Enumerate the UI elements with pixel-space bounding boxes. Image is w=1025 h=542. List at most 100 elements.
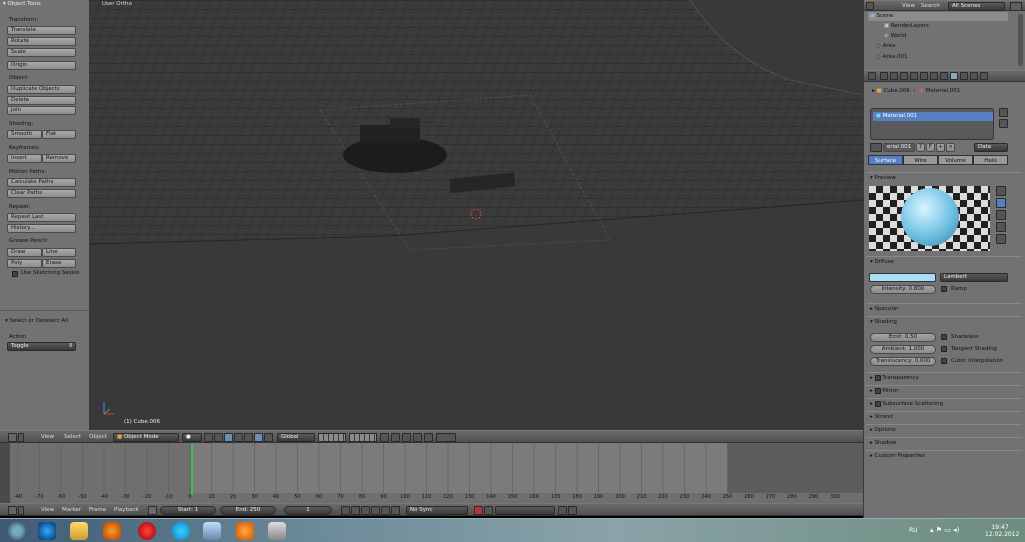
scene-tab-icon[interactable]	[890, 72, 898, 80]
jump-end-icon[interactable]	[391, 506, 400, 515]
link-dropdown[interactable]: Data	[974, 143, 1008, 152]
material-tab-icon[interactable]	[950, 72, 958, 80]
play-icon[interactable]	[371, 506, 380, 515]
clock[interactable]: 19:47 12.02.2012	[985, 524, 1019, 538]
transparency-panel-header[interactable]: ▸ Transparency	[866, 372, 1022, 384]
jump-start-icon[interactable]	[341, 506, 350, 515]
layers-grid-b[interactable]	[349, 433, 377, 442]
data-tab-icon[interactable]	[940, 72, 948, 80]
add-material-button[interactable]: +	[936, 143, 945, 152]
preview-hair-icon[interactable]	[996, 234, 1006, 244]
strand-panel-header[interactable]: ▸ Strand	[866, 411, 1022, 423]
particles-tab-icon[interactable]	[970, 72, 978, 80]
outliner-view-menu[interactable]: View	[902, 3, 915, 9]
render-tab-icon[interactable]	[880, 72, 888, 80]
outliner-row-renderlayers[interactable]: ▣ RenderLayers	[884, 23, 929, 29]
end-frame-field[interactable]: End: 250	[220, 506, 276, 515]
outliner-row-area001[interactable]: ◌ Area.001	[876, 54, 907, 60]
tab-halo[interactable]: Halo	[973, 155, 1008, 165]
mirror-checkbox[interactable]	[874, 387, 881, 394]
pivot-icon[interactable]	[204, 433, 213, 442]
delete-key-icon[interactable]	[568, 506, 577, 515]
erase-button[interactable]: Erase	[42, 259, 76, 268]
insert-keyframe-button[interactable]: Insert	[7, 154, 42, 163]
remove-keyframe-button[interactable]: Remove	[42, 154, 76, 163]
current-frame-field[interactable]: 1	[284, 506, 332, 515]
window-app-icon[interactable]	[203, 522, 221, 540]
object-menu[interactable]: Object	[89, 434, 107, 440]
display-mode-dropdown[interactable]: All Scenes	[948, 2, 1005, 11]
delete-button[interactable]: Delete	[7, 96, 76, 105]
record-icon[interactable]	[474, 506, 483, 515]
material-slot-list[interactable]: ● Material.001	[870, 108, 994, 140]
start-orb-icon[interactable]	[8, 522, 26, 540]
snap-target-icon[interactable]	[402, 433, 411, 442]
sss-panel-header[interactable]: ▸ Subsurface Scattering	[866, 398, 1022, 410]
props-editor-icon[interactable]	[868, 72, 876, 80]
tab-surface[interactable]: Surface	[868, 155, 903, 165]
translucency-field[interactable]: Translucency: 0.000	[870, 357, 936, 366]
view-menu[interactable]: View	[41, 434, 54, 440]
skype-icon[interactable]	[172, 522, 190, 540]
add-slot-icon[interactable]	[999, 108, 1008, 117]
modifiers-tab-icon[interactable]	[930, 72, 938, 80]
translate-manip-icon[interactable]	[224, 433, 233, 442]
draw-button[interactable]: Draw	[7, 248, 42, 257]
blender-taskbar-icon[interactable]	[236, 522, 254, 540]
current-frame-marker[interactable]	[191, 443, 193, 495]
next-keyframe-icon[interactable]	[381, 506, 390, 515]
ambient-field[interactable]: Ambient: 1.000	[870, 345, 936, 354]
diffuse-panel-header[interactable]: ▾ Diffuse	[866, 256, 1022, 268]
ie-icon[interactable]	[38, 522, 56, 540]
repeat-last-button[interactable]: Repeat Last	[7, 213, 76, 222]
flat-button[interactable]: Flat	[42, 130, 76, 139]
scale-manip-icon[interactable]	[244, 433, 253, 442]
specular-panel-header[interactable]: ▸ Specular	[866, 303, 1022, 315]
material-name-field[interactable]: erial.001	[883, 143, 915, 152]
unlink-material-button[interactable]: ×	[946, 143, 955, 152]
history-button[interactable]: History...	[7, 224, 76, 233]
media-player-icon[interactable]	[103, 522, 121, 540]
manipulator-icon[interactable]	[214, 433, 223, 442]
play-reverse-icon[interactable]	[361, 506, 370, 515]
diffuse-shader-dropdown[interactable]: Lambert	[940, 273, 1008, 282]
marker-menu[interactable]: Marker	[62, 507, 81, 513]
3d-viewport[interactable]: User Ortho (1) Cube.006	[90, 0, 863, 430]
transparency-checkbox[interactable]	[874, 374, 881, 381]
keying-set-icon[interactable]	[484, 506, 493, 515]
viewport-canvas[interactable]	[90, 0, 863, 430]
opera-icon[interactable]	[138, 522, 156, 540]
action-dropdown[interactable]: Toggle ⇕	[7, 342, 76, 351]
poly-button[interactable]: Poly	[7, 259, 42, 268]
editor-menu-toggle-icon[interactable]	[18, 433, 24, 442]
editor-type-icon[interactable]	[8, 433, 17, 442]
keying-set-dropdown[interactable]	[495, 506, 555, 515]
app-icon[interactable]	[268, 522, 286, 540]
remove-slot-icon[interactable]	[999, 119, 1008, 128]
start-frame-field[interactable]: Start: 1	[160, 506, 216, 515]
outliner-search-menu[interactable]: Search	[921, 3, 940, 9]
sketching-checkbox[interactable]	[12, 271, 18, 277]
smooth-button[interactable]: Smooth	[7, 130, 42, 139]
preview-panel-header[interactable]: ▾ Preview	[866, 172, 1022, 184]
material-slot-item[interactable]: ● Material.001	[873, 112, 993, 121]
clear-paths-button[interactable]: Clear Paths	[7, 189, 76, 198]
shadeless-checkbox[interactable]	[941, 334, 947, 340]
insert-key-icon[interactable]	[558, 506, 567, 515]
playback-menu[interactable]: Playback	[114, 507, 139, 513]
preview-monkey-icon[interactable]	[996, 222, 1006, 232]
line-button[interactable]: Line	[42, 248, 76, 257]
render-anim-icon[interactable]	[436, 433, 456, 442]
fake-user-button[interactable]: F	[926, 143, 935, 152]
sync-dropdown[interactable]: No Sync	[406, 506, 468, 515]
frame-menu[interactable]: Frame	[89, 507, 106, 513]
preview-sphere-icon[interactable]	[996, 198, 1006, 208]
scale-button[interactable]: Scale	[7, 48, 76, 57]
render-icon[interactable]	[424, 433, 433, 442]
tab-wire[interactable]: Wire	[903, 155, 938, 165]
orientation-dropdown[interactable]: Global	[277, 433, 315, 442]
proportional-edit-icon[interactable]	[391, 433, 400, 442]
cubic-interpolation-checkbox[interactable]	[941, 358, 947, 364]
preview-flat-icon[interactable]	[996, 186, 1006, 196]
magnet-icon[interactable]	[413, 433, 422, 442]
